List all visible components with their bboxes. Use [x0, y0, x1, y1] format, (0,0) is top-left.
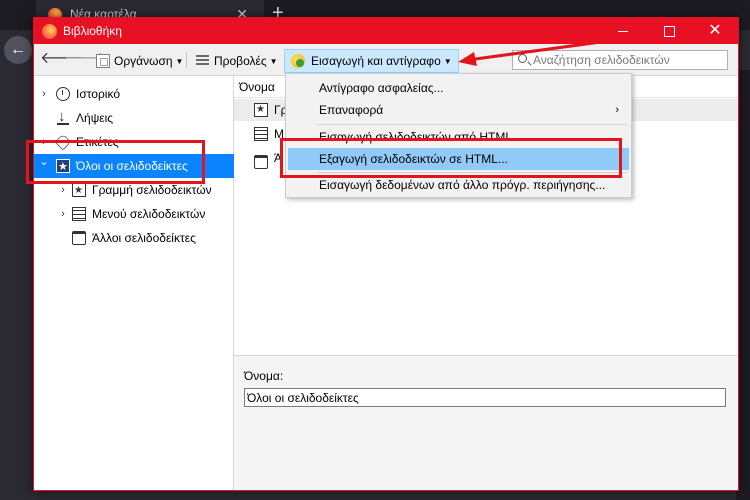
sidebar-item-label: Μενού σελιδοδεικτών	[92, 207, 206, 221]
search-box[interactable]	[512, 50, 728, 70]
chevron-down-icon: ▼	[269, 57, 278, 66]
sidebar-item-label: Ιστορικό	[76, 87, 121, 101]
organize-icon	[96, 54, 110, 68]
import-backup-button[interactable]: Εισαγωγή και αντίγραφο ▼	[284, 49, 459, 73]
annotation-highlight-export	[280, 138, 622, 178]
menu-item-backup[interactable]: Αντίγραφο ασφαλείας...	[288, 77, 629, 99]
name-field[interactable]	[244, 388, 726, 407]
clock-icon	[56, 87, 70, 101]
search-icon	[518, 54, 527, 63]
firefox-logo-icon	[42, 24, 57, 39]
bookmarks-menu-icon	[72, 207, 86, 221]
menu-item-restore[interactable]: Επαναφορά ›	[288, 99, 629, 121]
chevron-down-icon: ▼	[443, 57, 452, 66]
views-label: Προβολές	[214, 54, 267, 68]
minimize-button[interactable]	[600, 18, 646, 44]
chevron-right-icon[interactable]: ›	[39, 82, 49, 106]
views-button[interactable]: Προβολές ▼	[192, 51, 278, 71]
sidebar-item-label: Λήψεις	[76, 111, 114, 125]
annotation-highlight-sidebar	[26, 140, 205, 184]
search-input[interactable]	[533, 52, 723, 68]
sidebar-item-downloads[interactable]: Λήψεις	[34, 105, 234, 130]
sidebar-item-bookmarks-menu[interactable]: › Μενού σελιδοδεικτών	[34, 202, 234, 226]
menu-item-label: Επαναφορά	[319, 103, 384, 117]
window-titlebar: Βιβλιοθήκη ✕	[34, 18, 738, 44]
chevron-down-icon: ▼	[175, 57, 184, 66]
organize-label: Οργάνωση	[114, 54, 173, 68]
import-backup-label: Εισαγωγή και αντίγραφο	[311, 54, 441, 68]
details-pane: Όνομα:	[234, 355, 738, 490]
other-bookmarks-icon	[254, 155, 268, 169]
bookmarks-toolbar-icon	[254, 99, 268, 121]
maximize-button[interactable]	[646, 18, 692, 44]
chevron-right-icon[interactable]: ›	[58, 202, 68, 226]
chevron-right-icon: ›	[615, 104, 619, 116]
toolbar-separator	[186, 52, 187, 68]
library-toolbar: 🡐 🡒 Οργάνωση ▼ Προβολές ▼ Εισαγωγή και αντ…	[34, 44, 738, 76]
close-button[interactable]: ✕	[692, 18, 738, 44]
bookmarks-menu-icon	[254, 127, 268, 141]
import-backup-icon	[291, 54, 305, 68]
browser-back-icon[interactable]: ←	[4, 36, 32, 64]
library-sidebar: › Ιστορικό Λήψεις › Ετικέτες ⌄ Όλοι οι σ…	[34, 76, 234, 490]
organize-button[interactable]: Οργάνωση ▼	[92, 51, 183, 71]
sidebar-item-label: Άλλοι σελιδοδείκτες	[92, 231, 196, 245]
other-bookmarks-icon	[72, 231, 86, 245]
sidebar-item-other-bookmarks[interactable]: Άλλοι σελιδοδείκτες	[34, 226, 234, 250]
menu-separator	[317, 124, 627, 125]
name-field-label: Όνομα:	[244, 369, 284, 383]
window-title: Βιβλιοθήκη	[63, 24, 122, 38]
sidebar-item-history[interactable]: › Ιστορικό	[34, 82, 234, 106]
views-icon	[196, 55, 209, 66]
column-name-label: Όνομα	[239, 80, 275, 94]
bookmarks-toolbar-icon	[72, 179, 86, 203]
import-backup-menu: Αντίγραφο ασφαλείας... Επαναφορά › Εισαγ…	[285, 73, 632, 198]
download-icon	[56, 105, 70, 129]
